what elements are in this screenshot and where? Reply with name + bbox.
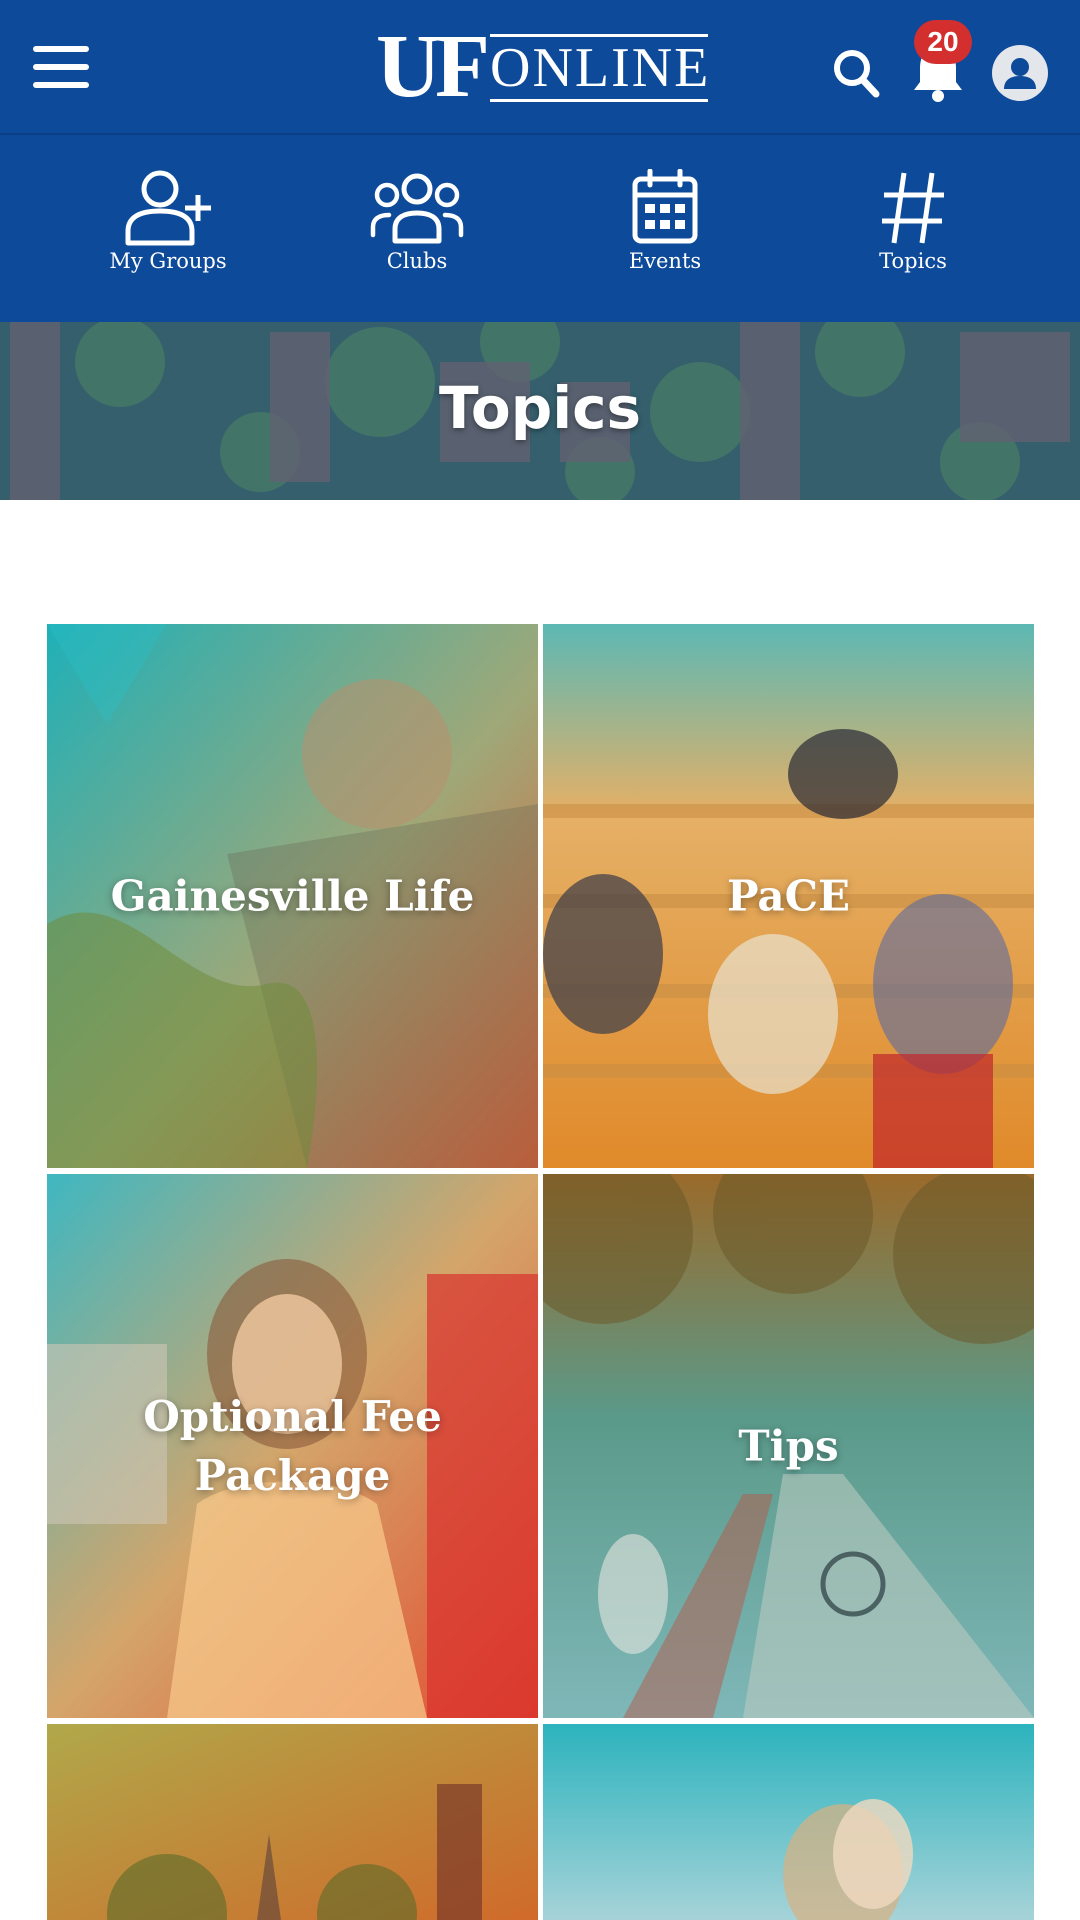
app-header: UF ONLINE 20 <box>0 0 1080 135</box>
logo-online-text: ONLINE <box>490 37 711 99</box>
nav-item-my-groups[interactable]: My Groups <box>68 135 268 322</box>
nav-item-events[interactable]: Events <box>565 135 765 322</box>
uf-online-logo[interactable]: UF ONLINE <box>376 22 708 112</box>
add-user-icon <box>125 170 211 246</box>
page-title: Topics <box>438 374 641 442</box>
calendar-icon <box>632 169 698 244</box>
nav-label-topics: Topics <box>879 249 947 273</box>
nav-label-clubs: Clubs <box>386 249 448 273</box>
topic-tile-5[interactable] <box>47 1724 538 1920</box>
section-navigation: My Groups Clubs Events Topics <box>0 135 1080 322</box>
topic-tile-pace[interactable]: PaCE <box>543 624 1034 1168</box>
hamburger-menu-icon[interactable] <box>33 46 89 88</box>
topic-label: Tips <box>738 1421 839 1471</box>
notification-count-badge: 20 <box>914 20 972 64</box>
nav-label-my-groups: My Groups <box>109 249 227 273</box>
topics-hero-banner: Topics <box>0 322 1080 500</box>
search-icon[interactable] <box>832 48 880 98</box>
topic-label: Gainesville Life <box>110 871 475 921</box>
topic-tile-image <box>47 1724 538 1920</box>
logo-uf-text: UF <box>376 17 490 116</box>
user-avatar-icon[interactable] <box>992 45 1048 101</box>
nav-label-events: Events <box>628 249 702 273</box>
logo-bottom-rule <box>490 99 708 102</box>
topic-tile-gainesville-life[interactable]: Gainesville Life <box>47 624 538 1168</box>
hashtag-icon <box>882 172 944 244</box>
topic-tile-tips[interactable]: Tips <box>543 1174 1034 1718</box>
topic-label: Optional Fee Package <box>143 1392 442 1500</box>
topic-tile-image <box>543 1724 1034 1920</box>
topic-tile-optional-fee-package[interactable]: Optional Fee Package <box>47 1174 538 1718</box>
group-icon <box>370 173 464 244</box>
nav-item-clubs[interactable]: Clubs <box>317 135 517 322</box>
nav-item-topics[interactable]: Topics <box>813 135 1013 322</box>
topic-label: PaCE <box>726 871 851 921</box>
topic-tile-6[interactable] <box>543 1724 1034 1920</box>
